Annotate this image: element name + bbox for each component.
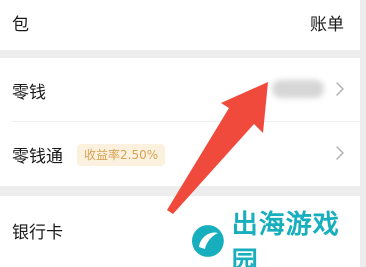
page-title: 包 [12, 15, 29, 35]
wallet-header: 包 账单 [0, 0, 360, 50]
watermark-text: 出海游戏园 [231, 210, 340, 267]
change-label: 零钱 [12, 83, 46, 103]
chevron-right-icon [336, 146, 344, 160]
licaitong-label: 零钱通 [12, 147, 63, 167]
bank-card-label: 银行卡 [12, 223, 63, 243]
yield-rate-badge: 收益率2.50% [77, 144, 166, 166]
watermark: 出海游戏园 [190, 210, 366, 267]
licaitong-row[interactable]: 零钱通 收益率2.50% [0, 122, 360, 186]
bill-link[interactable]: 账单 [310, 10, 344, 35]
change-row[interactable]: 零钱 [0, 58, 360, 122]
wallet-page: 包 账单 零钱 零钱通 收益率2.50% 银行卡 出海游戏园 [0, 0, 366, 267]
wallet-balance-group: 零钱 零钱通 收益率2.50% [0, 58, 360, 186]
chevron-right-icon [336, 82, 344, 96]
watermark-logo-icon [191, 225, 224, 257]
change-balance-blurred [272, 80, 324, 98]
